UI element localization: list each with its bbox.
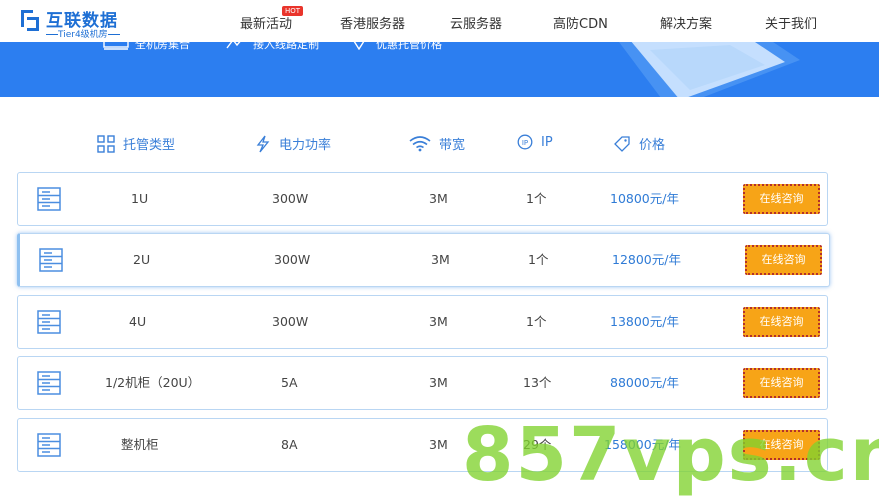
nav-item-solutions[interactable]: 解决方案 bbox=[660, 13, 712, 32]
consult-button[interactable]: 在线咨询 bbox=[745, 245, 822, 275]
cell-type: 4U bbox=[129, 314, 147, 329]
nav-item-ddos-cdn[interactable]: 高防CDN bbox=[553, 13, 608, 32]
hot-badge: HOT bbox=[282, 6, 304, 16]
cell-ip: 13个 bbox=[523, 375, 552, 390]
cell-type: 1U bbox=[131, 191, 149, 206]
cell-type: 2U bbox=[133, 252, 151, 267]
svg-text:IP: IP bbox=[522, 139, 528, 147]
cell-type: 整机柜 bbox=[121, 437, 159, 452]
th-type-label: 托管类型 bbox=[123, 138, 176, 153]
cell-ip: 1个 bbox=[526, 191, 547, 206]
ip-icon: IP bbox=[517, 134, 533, 150]
server-icon bbox=[37, 187, 61, 211]
table-row: 4U 300W 3M 1个 13800元/年 在线咨询 bbox=[17, 295, 828, 349]
cell-power: 300W bbox=[272, 314, 309, 329]
cell-price: 12800元/年 bbox=[612, 252, 681, 267]
nav-item-cloud-server[interactable]: 云服务器 bbox=[450, 13, 502, 32]
th-price-label: 价格 bbox=[639, 138, 666, 153]
table-row: 1U 300W 3M 1个 10800元/年 在线咨询 bbox=[17, 172, 828, 226]
cell-power: 300W bbox=[272, 191, 309, 206]
th-price: 价格 bbox=[613, 134, 665, 153]
site-logo[interactable]: 互联数据 Tier4级机房 bbox=[19, 6, 134, 40]
price-tag-icon bbox=[614, 135, 630, 152]
cell-price: 13800元/年 bbox=[610, 314, 679, 329]
logo-subtitle: Tier4级机房 bbox=[46, 27, 120, 40]
cell-ip: 1个 bbox=[526, 314, 547, 329]
table-row: 整机柜 8A 3M 29个 158000元/年 在线咨询 bbox=[17, 418, 828, 472]
cell-power: 5A bbox=[281, 375, 298, 390]
server-icon bbox=[37, 371, 61, 395]
table-header: 托管类型 电力功率 带宽 IP IP 价格 bbox=[0, 130, 879, 156]
nav-item-hk-server[interactable]: 香港服务器 bbox=[340, 13, 405, 32]
lightning-icon bbox=[256, 135, 270, 152]
cell-price: 10800元/年 bbox=[610, 191, 679, 206]
nav-item-about-us[interactable]: 关于我们 bbox=[765, 13, 817, 32]
th-bandwidth-label: 带宽 bbox=[439, 138, 466, 153]
top-header: 互联数据 Tier4级机房 最新活动 HOT 香港服务器 云服务器 高防CDN … bbox=[0, 0, 879, 42]
cell-price: 88000元/年 bbox=[610, 375, 679, 390]
th-ip-label: IP bbox=[541, 134, 553, 150]
th-ip: IP IP bbox=[517, 134, 553, 150]
th-bandwidth: 带宽 bbox=[409, 134, 465, 153]
grid-icon bbox=[97, 134, 115, 153]
logo-mark-icon bbox=[21, 10, 39, 31]
cell-bandwidth: 3M bbox=[429, 314, 448, 329]
consult-button[interactable]: 在线咨询 bbox=[743, 307, 820, 337]
consult-button[interactable]: 在线咨询 bbox=[743, 430, 820, 460]
server-icon bbox=[37, 310, 61, 334]
th-power-label: 电力功率 bbox=[279, 138, 332, 153]
th-power: 电力功率 bbox=[255, 134, 331, 153]
consult-button[interactable]: 在线咨询 bbox=[743, 184, 820, 214]
cell-bandwidth: 3M bbox=[429, 375, 448, 390]
server-icon bbox=[39, 248, 63, 272]
server-icon bbox=[37, 433, 61, 457]
cell-bandwidth: 3M bbox=[429, 437, 448, 452]
cell-ip: 1个 bbox=[528, 252, 549, 267]
cell-power: 300W bbox=[274, 252, 311, 267]
logo-subtitle-text: Tier4级机房 bbox=[58, 30, 108, 40]
cell-bandwidth: 3M bbox=[429, 191, 448, 206]
wifi-icon bbox=[409, 135, 431, 151]
table-row: 1/2机柜（20U） 5A 3M 13个 88000元/年 在线咨询 bbox=[17, 356, 828, 410]
cell-bandwidth: 3M bbox=[431, 252, 450, 267]
cell-ip: 29个 bbox=[523, 437, 552, 452]
th-type: 托管类型 bbox=[97, 134, 175, 153]
cell-price: 158000元/年 bbox=[604, 437, 681, 452]
table-row: 2U 300W 3M 1个 12800元/年 在线咨询 bbox=[17, 233, 830, 287]
cell-type: 1/2机柜（20U） bbox=[105, 375, 201, 390]
consult-button[interactable]: 在线咨询 bbox=[743, 368, 820, 398]
cell-power: 8A bbox=[281, 437, 298, 452]
